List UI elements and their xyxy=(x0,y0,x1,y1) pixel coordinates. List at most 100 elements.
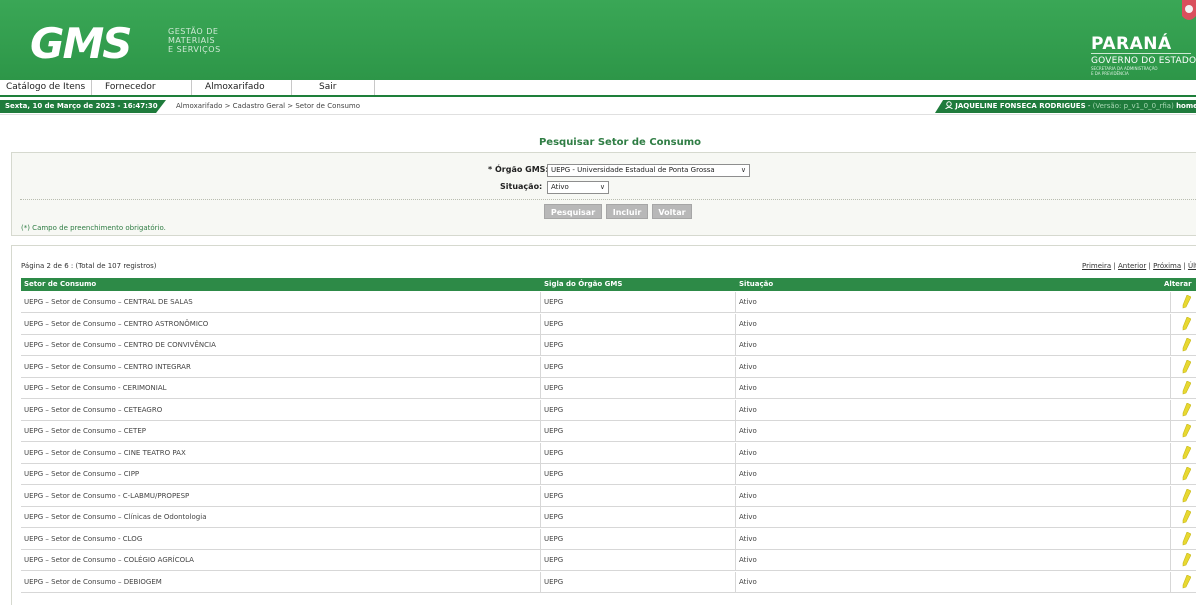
include-button[interactable]: Incluir xyxy=(606,204,648,219)
col-setor[interactable]: Setor de Consumo xyxy=(24,278,96,291)
results-panel: Página 2 de 6 : (Total de 107 registros)… xyxy=(11,245,1196,605)
setor-cell: UEPG – Setor de Consumo – CENTRO ASTRONÔ… xyxy=(21,313,541,335)
pencil-icon[interactable] xyxy=(1181,488,1191,503)
current-date: Sexta, 10 de Março de 2023 - 16:47:30 xyxy=(0,100,166,113)
sigla-cell: UEPG xyxy=(541,507,736,528)
setor-cell: UEPG – Setor de Consumo – CENTRO INTEGRA… xyxy=(21,356,541,378)
sigla-cell: UEPG xyxy=(541,550,736,571)
parana-crest-icon xyxy=(1182,0,1196,20)
situacao-cell: Ativo xyxy=(736,399,1171,421)
orgao-select[interactable]: UEPG - Universidade Estadual de Ponta Gr… xyxy=(547,164,750,177)
sigla-cell: UEPG xyxy=(541,464,736,485)
sigla-cell: UEPG xyxy=(541,528,736,550)
page-next-link[interactable]: Próxima xyxy=(1153,262,1181,270)
situacao-cell: Ativo xyxy=(736,550,1171,571)
menu-item-catalogo[interactable]: Catálogo de Itens xyxy=(0,80,92,95)
page-info: Página 2 de 6 : (Total de 107 registros) xyxy=(21,262,157,270)
pencil-icon[interactable] xyxy=(1181,510,1191,524)
svg-text:GMS: GMS xyxy=(30,20,131,64)
table-row: UEPG – Setor de Consumo – CENTRO INTEGRA… xyxy=(21,356,1196,378)
col-sigla[interactable]: Sigla do Órgão GMS xyxy=(544,278,622,291)
table-row: UEPG – Setor de Consumo – CETEAGRO UEPG At… xyxy=(21,399,1196,421)
gms-logo: GMS xyxy=(30,20,133,64)
sigla-cell: UEPG xyxy=(541,356,736,378)
alterar-cell xyxy=(1171,357,1196,378)
gov-title: PARANÁ xyxy=(1091,34,1172,54)
table-row: UEPG – Setor de Consumo – CENTRAL DE SAL… xyxy=(21,292,1196,313)
situacao-cell: Ativo xyxy=(736,528,1171,550)
alterar-cell xyxy=(1171,486,1196,507)
sigla-cell: UEPG xyxy=(541,292,736,313)
situacao-cell: Ativo xyxy=(736,378,1171,399)
situacao-cell: Ativo xyxy=(736,442,1171,464)
pencil-icon[interactable] xyxy=(1181,295,1191,309)
home-link[interactable]: home xyxy=(1176,102,1196,110)
pencil-icon[interactable] xyxy=(1181,359,1191,374)
government-logo: PARANÁ GOVERNO DO ESTADO SECRETARIA DA A… xyxy=(1076,0,1196,80)
chevron-down-icon: ∨ xyxy=(599,183,605,191)
menu-item-fornecedor[interactable]: Fornecedor xyxy=(97,80,192,95)
situacao-cell: Ativo xyxy=(736,485,1171,507)
alterar-cell xyxy=(1171,464,1196,485)
page-first-link[interactable]: Primeira xyxy=(1082,262,1111,270)
table-row: UEPG – Setor de Consumo – CENTRO DE CONV… xyxy=(21,335,1196,356)
sigla-cell: UEPG xyxy=(541,335,736,356)
search-button[interactable]: Pesquisar xyxy=(544,204,602,219)
table-row: UEPG – Setor de Consumo – CENTRO ASTRONÔ… xyxy=(21,313,1196,335)
table-row: UEPG – Setor de Consumo – CINE TEATRO PA… xyxy=(21,442,1196,464)
sigla-cell: UEPG xyxy=(541,571,736,593)
pencil-icon[interactable] xyxy=(1181,574,1191,589)
pencil-icon[interactable] xyxy=(1181,531,1191,546)
sigla-cell: UEPG xyxy=(541,313,736,335)
alterar-cell xyxy=(1171,314,1196,335)
pencil-icon[interactable] xyxy=(1181,402,1191,417)
setor-cell: UEPG – Setor de Consumo – COLÉGIO AGRÍCO… xyxy=(21,550,541,571)
page-prev-link[interactable]: Anterior xyxy=(1118,262,1146,270)
separator xyxy=(20,199,1196,200)
menu-item-sair[interactable]: Sair xyxy=(297,80,375,95)
sigla-cell: UEPG xyxy=(541,378,736,399)
user-name: JAQUELINE FONSECA RODRIGUES xyxy=(955,102,1086,110)
table-row: UEPG – Setor de Consumo - CERIMONIAL UEPG… xyxy=(21,378,1196,399)
setor-cell: UEPG – Setor de Consumo – CENTRAL DE SAL… xyxy=(21,292,541,313)
menu-item-almoxarifado[interactable]: Almoxarifado xyxy=(197,80,292,95)
setor-cell: UEPG – Setor de Consumo - CLOG xyxy=(21,528,541,550)
situacao-cell: Ativo xyxy=(736,313,1171,335)
alterar-cell xyxy=(1171,507,1196,528)
sigla-cell: UEPG xyxy=(541,485,736,507)
logo-subtitle: GESTÃO DE MATERIAIS E SERVIÇOS xyxy=(168,27,221,54)
col-alterar: Alterar xyxy=(1164,280,1192,288)
setor-cell: UEPG – Setor de Consumo – CIPP xyxy=(21,464,541,485)
pencil-icon[interactable] xyxy=(1181,381,1191,395)
status-bar: Sexta, 10 de Março de 2023 - 16:47:30 Al… xyxy=(0,97,1196,115)
col-situacao[interactable]: Situação xyxy=(739,278,773,291)
page-title: Pesquisar Setor de Consumo xyxy=(538,137,702,148)
user-icon xyxy=(945,101,953,110)
pencil-icon[interactable] xyxy=(1181,424,1191,438)
alterar-cell xyxy=(1171,529,1196,550)
gov-secretariat: SECRETARIA DA ADMINISTRAÇÃO E DA PREVIDÊ… xyxy=(1091,66,1158,76)
pencil-icon[interactable] xyxy=(1181,316,1191,331)
gov-subtitle: GOVERNO DO ESTADO xyxy=(1091,56,1196,66)
table-row: UEPG – Setor de Consumo – Clínicas de Od… xyxy=(21,507,1196,528)
table-row: UEPG – Setor de Consumo - C-LABMU/PROPES… xyxy=(21,485,1196,507)
setor-cell: UEPG – Setor de Consumo – CETEAGRO xyxy=(21,399,541,421)
main-menu: Catálogo de Itens Fornecedor Almoxarifad… xyxy=(0,80,1196,95)
alterar-cell xyxy=(1171,292,1196,313)
version-info: (Versão: p_v1_0_0_rfia) xyxy=(1092,102,1174,110)
situacao-cell: Ativo xyxy=(736,421,1171,442)
pencil-icon[interactable] xyxy=(1181,445,1191,460)
situacao-label: Situação: xyxy=(500,182,543,191)
sigla-cell: UEPG xyxy=(541,442,736,464)
back-button[interactable]: Voltar xyxy=(652,204,692,219)
setor-cell: UEPG – Setor de Consumo – CETEP xyxy=(21,421,541,442)
table-row: UEPG – Setor de Consumo – CIPP UEPG Ativo xyxy=(21,464,1196,485)
situacao-cell: Ativo xyxy=(736,507,1171,528)
setor-cell: UEPG – Setor de Consumo – DEBIOGEM xyxy=(21,571,541,593)
situacao-select[interactable]: Ativo ∨ xyxy=(547,181,609,194)
pencil-icon[interactable] xyxy=(1181,467,1191,481)
app-header: GMS GESTÃO DE MATERIAIS E SERVIÇOS PARAN… xyxy=(0,0,1196,80)
page-last-link[interactable]: Últ xyxy=(1188,262,1196,270)
pencil-icon[interactable] xyxy=(1181,338,1191,352)
pencil-icon[interactable] xyxy=(1181,553,1191,567)
